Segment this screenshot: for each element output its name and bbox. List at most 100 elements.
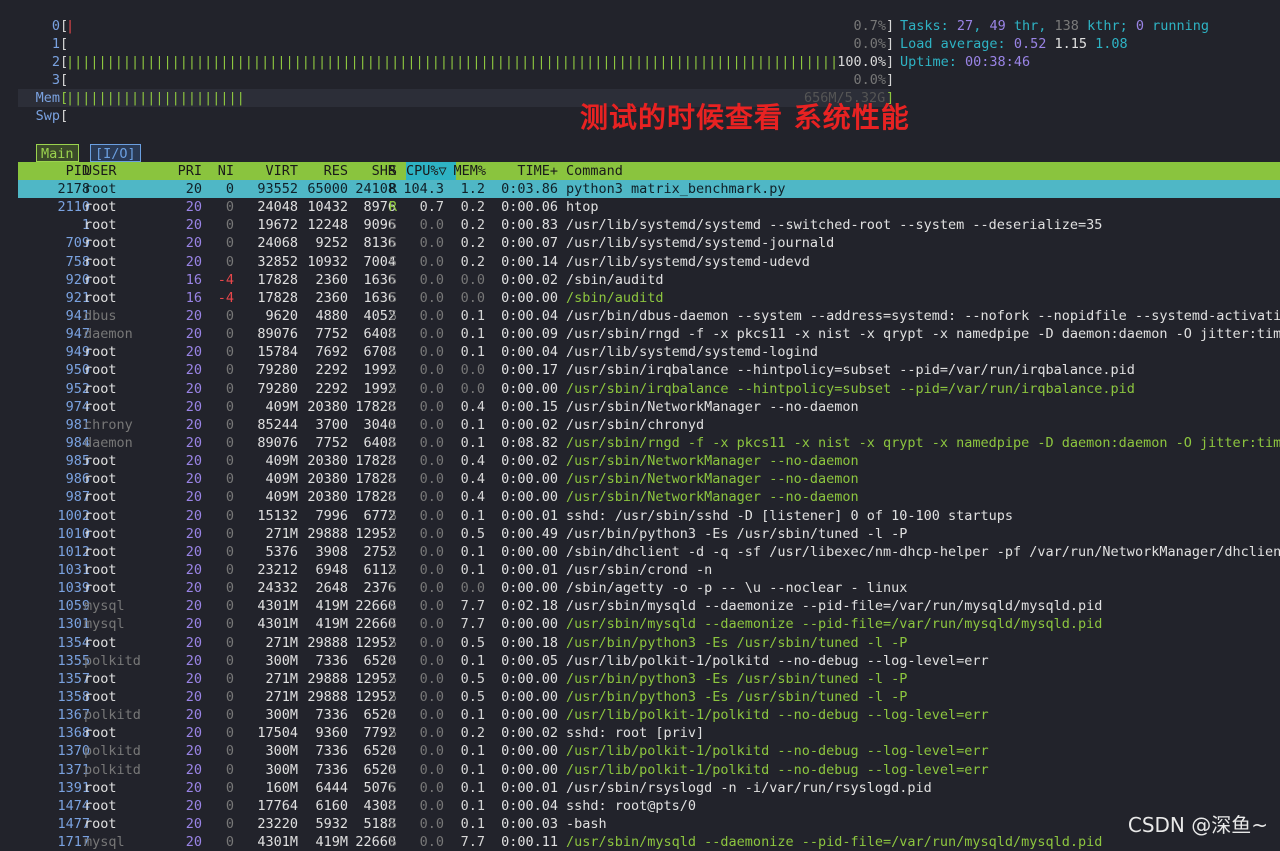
pid-cell: 1002	[57, 507, 90, 524]
time-cell: 0:00.02	[501, 725, 558, 742]
ni-cell: 0	[225, 453, 234, 470]
time-cell: 0:00.00	[501, 471, 558, 488]
table-row[interactable]: 1355 polkitd 20 0 300M 7336 6520 S 0.0 0.1 0:00.05…	[18, 652, 1280, 670]
user-cell: root	[84, 779, 117, 796]
table-row[interactable]: 1358 root 20 0 271M 29888 12952 S 0.0 0.5 0:00.00/…	[18, 688, 1280, 706]
table-row[interactable]: 941 dbus 20 0 9620 4880 4052 S 0.0 0.1 0:00.04/usr…	[18, 307, 1280, 325]
col-pri[interactable]: PRI	[166, 162, 202, 180]
command-cell: /usr/bin/python3 -Es /usr/sbin/tuned -l …	[566, 688, 908, 705]
table-row[interactable]: 1031 root 20 0 23212 6948 6112 S 0.0 0.1 0:00.01/u…	[18, 561, 1280, 579]
table-row[interactable]: 1717 mysql 20 0 4301M 419M 22660 S 0.0 7.7 0:00.11…	[18, 833, 1280, 851]
ni-cell: 0	[225, 489, 234, 506]
tab-main[interactable]: Main	[36, 144, 79, 162]
col-mem[interactable]: MEM%	[448, 162, 486, 180]
table-row[interactable]: 987 root 20 0 409M 20380 17828 S 0.0 0.4 0:00.00/u…	[18, 488, 1280, 506]
cpu-cell: 0.0	[419, 453, 444, 470]
table-row[interactable]: 985 root 20 0 409M 20380 17828 S 0.0 0.4 0:00.02/u…	[18, 452, 1280, 470]
col-user[interactable]: USER	[84, 162, 117, 180]
mem-cell: 0.1	[460, 416, 485, 433]
user-cell: root	[84, 525, 117, 542]
table-row[interactable]: 1 root 20 0 19672 12248 9096 S 0.0 0.2 0:00.83/usr…	[18, 216, 1280, 234]
table-row[interactable]: 1301 mysql 20 0 4301M 419M 22660 S 0.0 7.7 0:00.00…	[18, 615, 1280, 633]
cpu-cell: 0.0	[419, 307, 444, 324]
state-cell: S	[388, 289, 398, 306]
command-cell: /usr/sbin/irqbalance --hintpolicy=subset…	[566, 380, 1135, 397]
col-state[interactable]: S	[386, 162, 400, 180]
table-row[interactable]: 1367 polkitd 20 0 300M 7336 6520 S 0.0 0.1 0:00.00…	[18, 706, 1280, 724]
column-header: PID USER PRI NI VIRT RES SHR S CPU%▽ MEM…	[18, 162, 1280, 180]
table-row[interactable]: 758 root 20 0 32852 10932 7004 S 0.0 0.2 0:00.14/u…	[18, 253, 1280, 271]
col-command[interactable]: Command	[566, 162, 623, 180]
table-row[interactable]: 1477 root 20 0 23220 5932 5188 S 0.0 0.1 0:00.03 -b…	[18, 815, 1280, 833]
table-row[interactable]: 1012 root 20 0 5376 3908 2752 S 0.0 0.1 0:00.00/sb…	[18, 543, 1280, 561]
table-row[interactable]: 1474 root 20 0 17764 6160 4308 S 0.0 0.1 0:00.04 ss…	[18, 797, 1280, 815]
state-cell: S	[388, 362, 398, 379]
cpu-cell: 0.0	[419, 743, 444, 760]
table-row[interactable]: 1354 root 20 0 271M 29888 12952 S 0.0 0.5 0:00.18/…	[18, 634, 1280, 652]
cpu-label: 3	[51, 72, 60, 88]
time-cell: 0:00.04	[501, 307, 558, 324]
overlay-annotation: 测试的时候查看 系统性能	[580, 101, 910, 134]
table-row[interactable]: 1370 polkitd 20 0 300M 7336 6520 S 0.0 0.1 0:00.00…	[18, 742, 1280, 760]
table-row[interactable]: 1039 root 20 0 24332 2648 2376 S 0.0 0.0 0:00.00/s…	[18, 579, 1280, 597]
table-row[interactable]: 1391 root 20 0 160M 6444 5076 S 0.0 0.1 0:00.01/us…	[18, 779, 1280, 797]
mem-cell: 0.1	[460, 326, 485, 343]
time-cell: 0:00.00	[501, 489, 558, 506]
ni-cell: 0	[225, 761, 234, 778]
user-cell: root	[84, 289, 117, 306]
user-cell: root	[84, 725, 117, 742]
table-row[interactable]: 2178 root 20 0 93552 65000 24108 R 104.3 1.2 0:03.…	[18, 180, 1280, 199]
virt-cell: 89076	[257, 434, 298, 451]
table-row[interactable]: 709 root 20 0 24068 9252 8136 S 0.0 0.2 0:00.07/us…	[18, 234, 1280, 252]
table-row[interactable]: 950 root 20 0 79280 2292 1992 S 0.0 0.0 0:00.17/us…	[18, 361, 1280, 379]
col-ni[interactable]: NI	[204, 162, 234, 180]
col-time[interactable]: TIME+	[490, 162, 558, 180]
state-cell: S	[388, 398, 398, 415]
table-row[interactable]: 986 root 20 0 409M 20380 17828 S 0.0 0.4 0:00.00/u…	[18, 470, 1280, 488]
table-row[interactable]: 2110 root 20 0 24048 10432 8976 R 0.7 0.2 0:00.06 h…	[18, 198, 1280, 216]
cpu-usage-bar	[66, 71, 836, 89]
mem-cell: 0.1	[460, 344, 485, 361]
command-cell: /usr/sbin/mysqld --daemonize --pid-file=…	[566, 834, 1103, 851]
mem-cell: 0.1	[460, 561, 485, 578]
table-row[interactable]: 1010 root 20 0 271M 29888 12952 S 0.0 0.5 0:00.49/…	[18, 525, 1280, 543]
command-cell: sshd: root@pts/0	[566, 797, 697, 814]
table-row[interactable]: 947 daemon 20 0 89076 7752 6408 S 0.0 0.1 0:00.09/…	[18, 325, 1280, 343]
ni-cell: 0	[225, 543, 234, 560]
table-row[interactable]: 949 root 20 0 15784 7692 6708 S 0.0 0.1 0:00.04/us…	[18, 343, 1280, 361]
pid-cell: 1301	[57, 616, 90, 633]
ni-cell: -4	[217, 289, 234, 306]
cpu-cell: 0.0	[419, 670, 444, 687]
table-row[interactable]: 920 root 16 -4 17828 2360 1636 S 0.0 0.0 0:00.02/s…	[18, 271, 1280, 289]
table-row[interactable]: 1059 mysql 20 0 4301M 419M 22660 S 0.0 7.7 0:02.18…	[18, 597, 1280, 615]
command-cell: /usr/bin/python3 -Es /usr/sbin/tuned -l …	[566, 634, 908, 651]
mem-cell: 0.2	[460, 217, 485, 234]
tab-io[interactable]: [I/O]	[90, 144, 141, 162]
pid-cell: 974	[65, 398, 90, 415]
table-row[interactable]: 981 chrony 20 0 85244 3700 3040 S 0.0 0.1 0:00.02/…	[18, 416, 1280, 434]
cpu-usage-bar: |	[66, 18, 75, 34]
command-cell: /usr/lib/polkit-1/polkitd --no-debug --l…	[566, 743, 989, 760]
table-row[interactable]: 1357 root 20 0 271M 29888 12952 S 0.0 0.5 0:00.00/…	[18, 670, 1280, 688]
pri-cell: 20	[185, 326, 202, 343]
time-cell: 0:00.01	[501, 561, 558, 578]
col-virt[interactable]: VIRT	[234, 162, 298, 180]
pid-cell: 952	[65, 380, 90, 397]
command-cell: /usr/sbin/mysqld --daemonize --pid-file=…	[566, 598, 1103, 615]
pid-cell: 1474	[57, 797, 90, 814]
col-pid[interactable]: PID	[18, 162, 90, 180]
command-cell: sshd: root [priv]	[566, 725, 705, 742]
virt-cell: 271M	[265, 670, 298, 687]
pid-cell: 1354	[57, 634, 90, 651]
ni-cell: 0	[225, 235, 234, 252]
pri-cell: 20	[185, 725, 202, 742]
table-row[interactable]: 921 root 16 -4 17828 2360 1636 S 0.0 0.0 0:00.00/s…	[18, 289, 1280, 307]
table-row[interactable]: 984 daemon 20 0 89076 7752 6408 S 0.0 0.1 0:08.82/…	[18, 434, 1280, 452]
pid-cell: 984	[65, 434, 90, 451]
table-row[interactable]: 1371 polkitd 20 0 300M 7336 6520 S 0.0 0.1 0:00.00…	[18, 761, 1280, 779]
mem-cell: 0.1	[460, 815, 485, 832]
table-row[interactable]: 1002 root 20 0 15132 7996 6772 S 0.0 0.1 0:00.01 ss…	[18, 507, 1280, 525]
table-row[interactable]: 974 root 20 0 409M 20380 17828 S 0.0 0.4 0:00.15/u…	[18, 398, 1280, 416]
table-row[interactable]: 1368 root 20 0 17504 9360 7792 S 0.0 0.2 0:00.02 ss…	[18, 724, 1280, 742]
table-row[interactable]: 952 root 20 0 79280 2292 1992 S 0.0 0.0 0:00.00/us…	[18, 380, 1280, 398]
